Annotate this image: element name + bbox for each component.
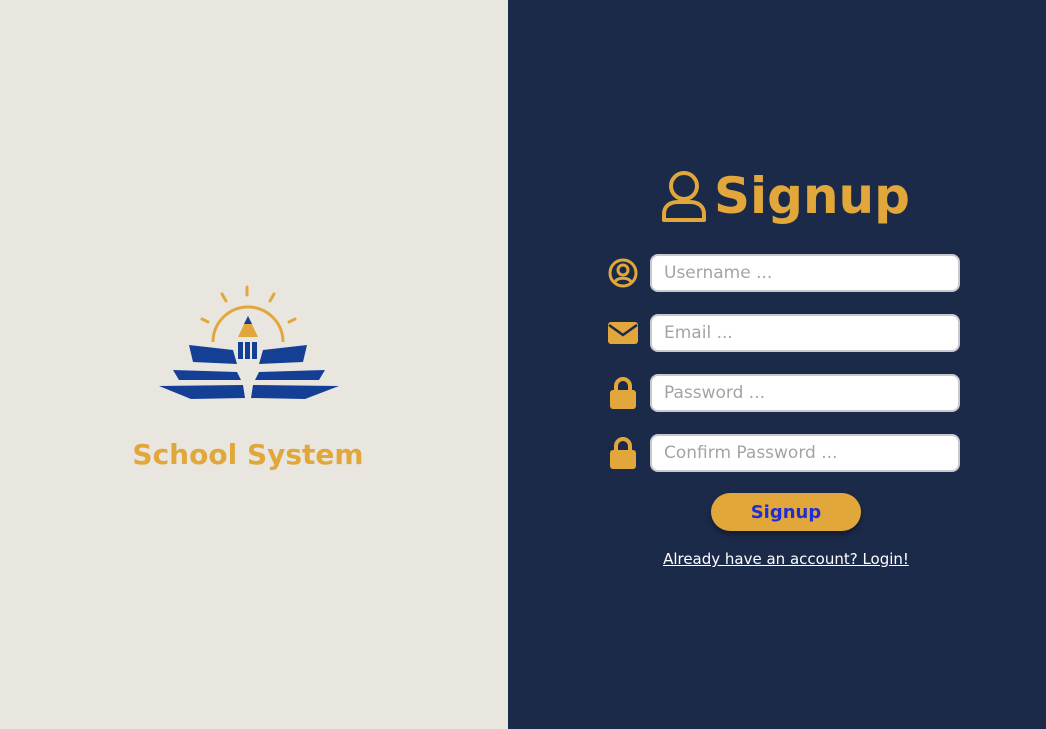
- page-title: Signup: [714, 167, 910, 225]
- email-input[interactable]: [650, 314, 960, 352]
- signup-button[interactable]: Signup: [711, 493, 861, 531]
- signup-header: Signup: [660, 164, 910, 228]
- signup-page: School System Signup Username ... Email …: [0, 0, 1046, 729]
- branding-panel: School System: [0, 0, 508, 729]
- confirm-password-row: [603, 432, 965, 474]
- username-input[interactable]: [650, 254, 960, 292]
- user-circle-icon: [603, 253, 643, 293]
- confirm-password-input[interactable]: [650, 434, 960, 472]
- password-row: [603, 372, 965, 414]
- signup-panel: [508, 0, 1046, 729]
- envelope-icon: [603, 313, 643, 353]
- brand-name: School System: [132, 438, 364, 471]
- username-row: [603, 252, 965, 294]
- lock-icon: [603, 373, 643, 413]
- lock-icon: [603, 433, 643, 473]
- password-input[interactable]: [650, 374, 960, 412]
- email-row: [603, 312, 965, 354]
- school-logo: [159, 285, 339, 399]
- login-link[interactable]: Already have an account? Login!: [650, 550, 922, 568]
- user-icon: [662, 171, 706, 222]
